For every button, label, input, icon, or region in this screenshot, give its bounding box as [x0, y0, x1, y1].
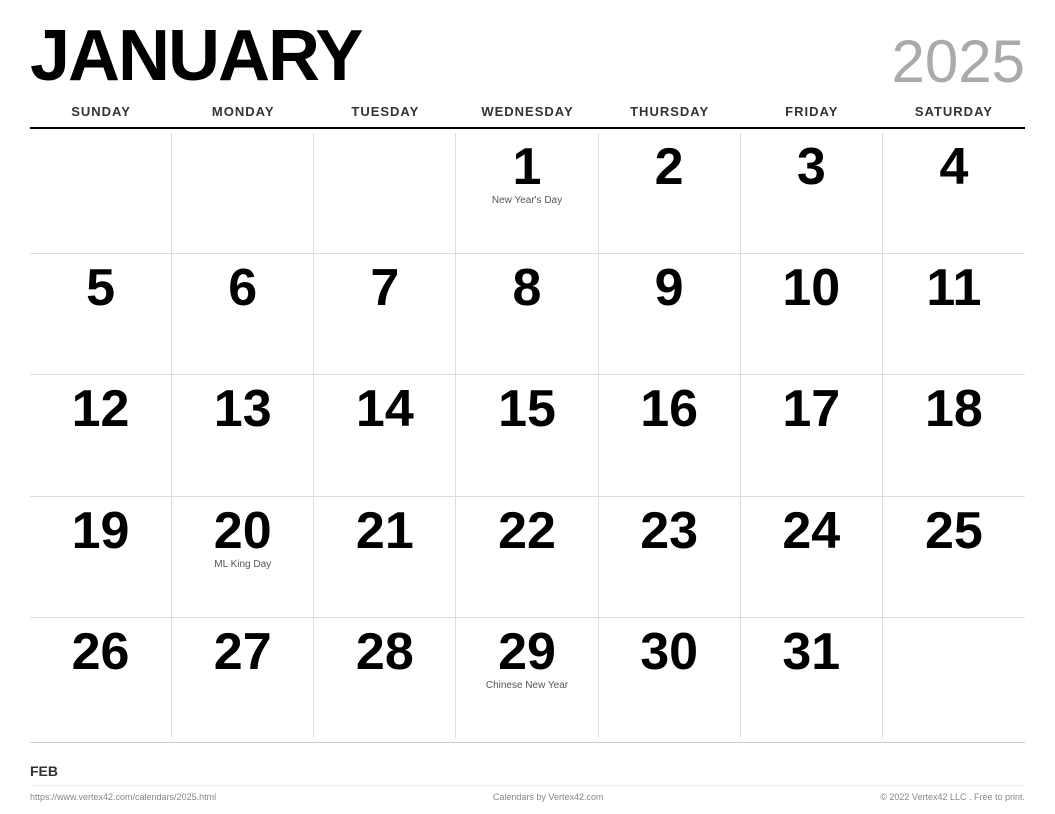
- day-cell: 3: [741, 133, 883, 253]
- header-row: JANUARY 2025: [30, 20, 1025, 92]
- day-cell: 21: [314, 497, 456, 617]
- day-number: 20: [214, 505, 272, 557]
- day-cell: 25: [883, 497, 1025, 617]
- day-header: SUNDAY: [30, 100, 172, 123]
- day-cell: 24: [741, 497, 883, 617]
- footer-center: Calendars by Vertex42.com: [493, 792, 604, 802]
- day-cell: 8: [456, 254, 598, 374]
- day-number: 15: [498, 383, 556, 435]
- week-row: 1 New Year's Day 2 3 4: [30, 133, 1025, 254]
- mini-month-label: FEB: [30, 751, 66, 779]
- day-cell: [30, 133, 172, 253]
- footer-row: https://www.vertex42.com/calendars/2025.…: [30, 785, 1025, 804]
- day-header: SATURDAY: [883, 100, 1025, 123]
- week-row: 12 13 14 15 16 17 18: [30, 375, 1025, 496]
- calendar-container: JANUARY 2025 SUNDAYMONDAYTUESDAYWEDNESDA…: [0, 0, 1055, 814]
- day-cell: 16: [599, 375, 741, 495]
- day-cell: 19: [30, 497, 172, 617]
- day-cell: [172, 133, 314, 253]
- day-number: 29: [498, 626, 556, 678]
- day-number: 6: [228, 262, 257, 314]
- day-cell: 15: [456, 375, 598, 495]
- day-number: 27: [214, 626, 272, 678]
- day-number: 8: [513, 262, 542, 314]
- holiday-label: ML King Day: [214, 559, 271, 571]
- day-cell: [883, 618, 1025, 738]
- day-number: 17: [782, 383, 840, 435]
- month-title: JANUARY: [30, 20, 361, 92]
- day-cell: 4: [883, 133, 1025, 253]
- holiday-label: Chinese New Year: [486, 680, 568, 692]
- day-cell: 23: [599, 497, 741, 617]
- day-cell: 17: [741, 375, 883, 495]
- day-cell: 10: [741, 254, 883, 374]
- day-number: 18: [925, 383, 983, 435]
- day-cell: [314, 133, 456, 253]
- day-number: 7: [370, 262, 399, 314]
- day-number: 28: [356, 626, 414, 678]
- day-number: 1: [513, 141, 542, 193]
- day-cell: 29 Chinese New Year: [456, 618, 598, 738]
- day-header: THURSDAY: [599, 100, 741, 123]
- day-number: 4: [939, 141, 968, 193]
- day-cell: 2: [599, 133, 741, 253]
- day-headers-row: SUNDAYMONDAYTUESDAYWEDNESDAYTHURSDAYFRID…: [30, 100, 1025, 129]
- day-cell: 13: [172, 375, 314, 495]
- year-title: 2025: [892, 32, 1025, 92]
- mini-calendar-section: FEB: [30, 742, 1025, 783]
- day-header: TUESDAY: [314, 100, 456, 123]
- day-number: 30: [640, 626, 698, 678]
- day-number: 12: [72, 383, 130, 435]
- day-number: 23: [640, 505, 698, 557]
- day-header: WEDNESDAY: [456, 100, 598, 123]
- day-number: 26: [72, 626, 130, 678]
- day-number: 14: [356, 383, 414, 435]
- day-cell: 22: [456, 497, 598, 617]
- holiday-label: New Year's Day: [492, 195, 562, 207]
- day-cell: 6: [172, 254, 314, 374]
- day-number: 25: [925, 505, 983, 557]
- day-number: 24: [782, 505, 840, 557]
- weeks-container: 1New Year's Day2345678910111213141516171…: [30, 133, 1025, 738]
- day-number: 19: [72, 505, 130, 557]
- week-row: 5 6 7 8 9 10 11: [30, 254, 1025, 375]
- day-number: 2: [655, 141, 684, 193]
- day-number: 9: [655, 262, 684, 314]
- day-cell: 18: [883, 375, 1025, 495]
- day-cell: 26: [30, 618, 172, 738]
- day-cell: 20 ML King Day: [172, 497, 314, 617]
- day-cell: 11: [883, 254, 1025, 374]
- week-row: 19 20 ML King Day 21 22 23 24 25: [30, 497, 1025, 618]
- day-number: 3: [797, 141, 826, 193]
- day-number: 5: [86, 262, 115, 314]
- day-number: 21: [356, 505, 414, 557]
- day-cell: 31: [741, 618, 883, 738]
- day-number: 11: [926, 262, 981, 314]
- footer-right: © 2022 Vertex42 LLC . Free to print.: [880, 792, 1025, 802]
- day-cell: 14: [314, 375, 456, 495]
- day-header: MONDAY: [172, 100, 314, 123]
- day-number: 31: [782, 626, 840, 678]
- day-cell: 5: [30, 254, 172, 374]
- day-cell: 12: [30, 375, 172, 495]
- day-number: 22: [498, 505, 556, 557]
- day-cell: 30: [599, 618, 741, 738]
- calendar-grid: SUNDAYMONDAYTUESDAYWEDNESDAYTHURSDAYFRID…: [30, 100, 1025, 738]
- day-number: 10: [782, 262, 840, 314]
- week-row: 26 27 28 29 Chinese New Year 30 31: [30, 618, 1025, 738]
- day-number: 16: [640, 383, 698, 435]
- day-number: 13: [214, 383, 272, 435]
- day-cell: 28: [314, 618, 456, 738]
- day-cell: 7: [314, 254, 456, 374]
- day-cell: 9: [599, 254, 741, 374]
- day-cell: 1 New Year's Day: [456, 133, 598, 253]
- footer-left: https://www.vertex42.com/calendars/2025.…: [30, 792, 216, 802]
- day-cell: 27: [172, 618, 314, 738]
- day-header: FRIDAY: [741, 100, 883, 123]
